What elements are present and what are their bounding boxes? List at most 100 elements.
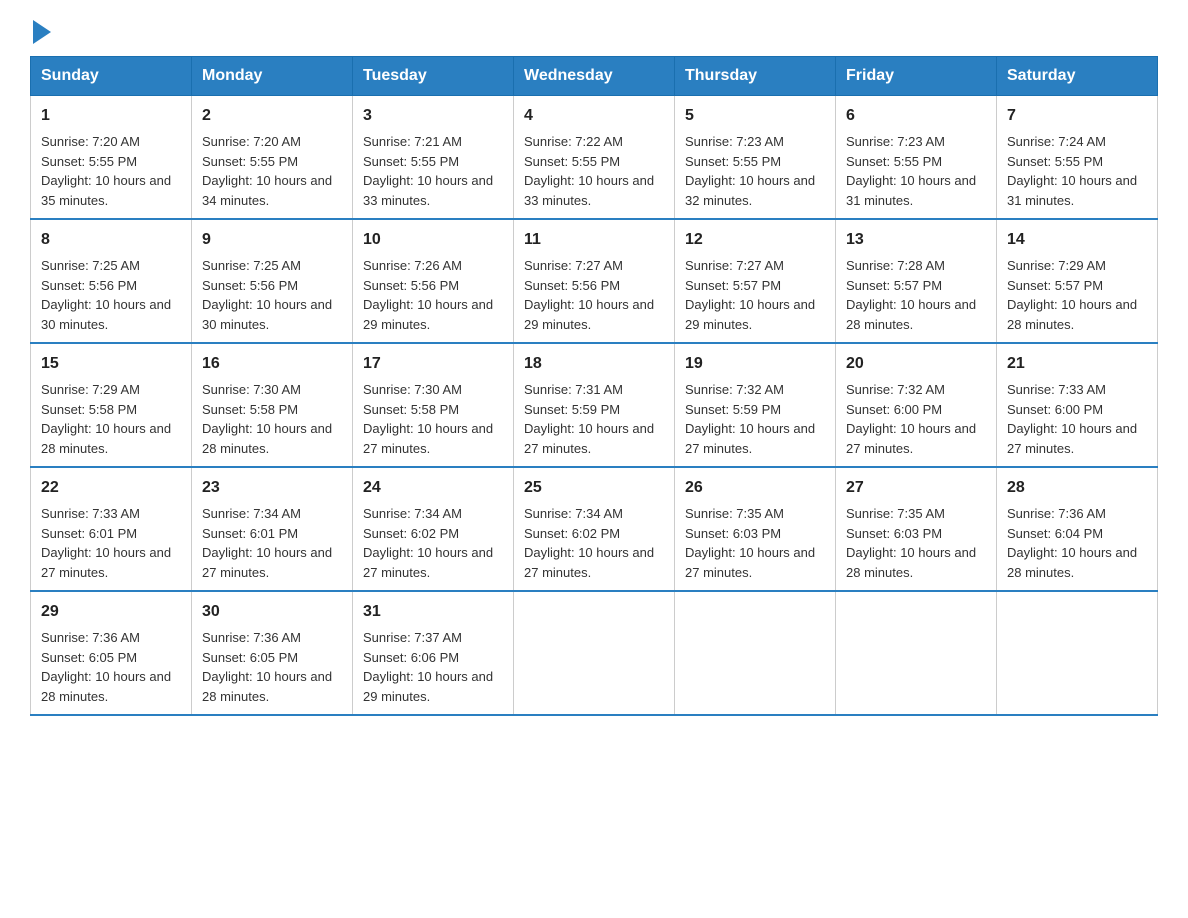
day-daylight: Daylight: 10 hours and 30 minutes. [202, 297, 332, 332]
day-daylight: Daylight: 10 hours and 31 minutes. [1007, 173, 1137, 208]
day-number: 29 [41, 600, 181, 624]
day-sunset: Sunset: 5:57 PM [846, 278, 942, 293]
calendar-cell: 25 Sunrise: 7:34 AM Sunset: 6:02 PM Dayl… [514, 467, 675, 591]
calendar-cell: 1 Sunrise: 7:20 AM Sunset: 5:55 PM Dayli… [31, 96, 192, 220]
day-sunset: Sunset: 5:55 PM [202, 154, 298, 169]
day-daylight: Daylight: 10 hours and 27 minutes. [41, 545, 171, 580]
day-sunset: Sunset: 6:02 PM [524, 526, 620, 541]
day-header-saturday: Saturday [997, 57, 1158, 96]
calendar-cell: 12 Sunrise: 7:27 AM Sunset: 5:57 PM Dayl… [675, 219, 836, 343]
day-sunset: Sunset: 5:58 PM [41, 402, 137, 417]
day-header-friday: Friday [836, 57, 997, 96]
day-sunrise: Sunrise: 7:29 AM [41, 382, 140, 397]
day-number: 7 [1007, 104, 1147, 128]
day-sunrise: Sunrise: 7:29 AM [1007, 258, 1106, 273]
day-number: 13 [846, 228, 986, 252]
day-daylight: Daylight: 10 hours and 27 minutes. [846, 421, 976, 456]
calendar-cell: 4 Sunrise: 7:22 AM Sunset: 5:55 PM Dayli… [514, 96, 675, 220]
calendar-cell: 2 Sunrise: 7:20 AM Sunset: 5:55 PM Dayli… [192, 96, 353, 220]
day-header-tuesday: Tuesday [353, 57, 514, 96]
day-daylight: Daylight: 10 hours and 29 minutes. [363, 297, 493, 332]
day-sunset: Sunset: 5:55 PM [41, 154, 137, 169]
calendar-cell: 3 Sunrise: 7:21 AM Sunset: 5:55 PM Dayli… [353, 96, 514, 220]
day-sunset: Sunset: 5:59 PM [524, 402, 620, 417]
day-sunset: Sunset: 5:55 PM [1007, 154, 1103, 169]
day-number: 18 [524, 352, 664, 376]
calendar-week-row: 29 Sunrise: 7:36 AM Sunset: 6:05 PM Dayl… [31, 591, 1158, 715]
day-sunset: Sunset: 6:06 PM [363, 650, 459, 665]
day-sunrise: Sunrise: 7:27 AM [685, 258, 784, 273]
calendar-cell: 13 Sunrise: 7:28 AM Sunset: 5:57 PM Dayl… [836, 219, 997, 343]
day-sunrise: Sunrise: 7:28 AM [846, 258, 945, 273]
day-sunset: Sunset: 6:05 PM [41, 650, 137, 665]
calendar-cell: 11 Sunrise: 7:27 AM Sunset: 5:56 PM Dayl… [514, 219, 675, 343]
day-number: 27 [846, 476, 986, 500]
day-daylight: Daylight: 10 hours and 28 minutes. [41, 421, 171, 456]
day-sunrise: Sunrise: 7:22 AM [524, 134, 623, 149]
day-daylight: Daylight: 10 hours and 28 minutes. [846, 297, 976, 332]
day-sunrise: Sunrise: 7:20 AM [41, 134, 140, 149]
day-sunset: Sunset: 6:01 PM [202, 526, 298, 541]
day-number: 25 [524, 476, 664, 500]
day-sunrise: Sunrise: 7:20 AM [202, 134, 301, 149]
day-sunrise: Sunrise: 7:37 AM [363, 630, 462, 645]
day-sunset: Sunset: 6:02 PM [363, 526, 459, 541]
day-daylight: Daylight: 10 hours and 28 minutes. [202, 669, 332, 704]
calendar-week-row: 22 Sunrise: 7:33 AM Sunset: 6:01 PM Dayl… [31, 467, 1158, 591]
day-number: 31 [363, 600, 503, 624]
calendar-week-row: 15 Sunrise: 7:29 AM Sunset: 5:58 PM Dayl… [31, 343, 1158, 467]
day-number: 1 [41, 104, 181, 128]
day-number: 2 [202, 104, 342, 128]
day-daylight: Daylight: 10 hours and 28 minutes. [202, 421, 332, 456]
day-daylight: Daylight: 10 hours and 28 minutes. [846, 545, 976, 580]
day-daylight: Daylight: 10 hours and 27 minutes. [685, 545, 815, 580]
day-header-wednesday: Wednesday [514, 57, 675, 96]
day-sunset: Sunset: 5:57 PM [1007, 278, 1103, 293]
page-header [30, 20, 1158, 38]
day-daylight: Daylight: 10 hours and 33 minutes. [524, 173, 654, 208]
day-number: 12 [685, 228, 825, 252]
day-number: 26 [685, 476, 825, 500]
day-number: 3 [363, 104, 503, 128]
day-daylight: Daylight: 10 hours and 27 minutes. [524, 421, 654, 456]
calendar-cell: 10 Sunrise: 7:26 AM Sunset: 5:56 PM Dayl… [353, 219, 514, 343]
day-sunrise: Sunrise: 7:27 AM [524, 258, 623, 273]
calendar-cell: 21 Sunrise: 7:33 AM Sunset: 6:00 PM Dayl… [997, 343, 1158, 467]
day-sunset: Sunset: 5:56 PM [202, 278, 298, 293]
calendar-cell [997, 591, 1158, 715]
day-sunrise: Sunrise: 7:23 AM [685, 134, 784, 149]
day-sunrise: Sunrise: 7:26 AM [363, 258, 462, 273]
calendar-cell: 27 Sunrise: 7:35 AM Sunset: 6:03 PM Dayl… [836, 467, 997, 591]
calendar-cell: 15 Sunrise: 7:29 AM Sunset: 5:58 PM Dayl… [31, 343, 192, 467]
day-daylight: Daylight: 10 hours and 31 minutes. [846, 173, 976, 208]
day-sunrise: Sunrise: 7:25 AM [41, 258, 140, 273]
day-sunset: Sunset: 5:55 PM [524, 154, 620, 169]
day-number: 28 [1007, 476, 1147, 500]
logo-chevron-icon [33, 20, 51, 44]
day-number: 24 [363, 476, 503, 500]
calendar-cell: 31 Sunrise: 7:37 AM Sunset: 6:06 PM Dayl… [353, 591, 514, 715]
day-sunrise: Sunrise: 7:32 AM [846, 382, 945, 397]
calendar-cell: 24 Sunrise: 7:34 AM Sunset: 6:02 PM Dayl… [353, 467, 514, 591]
calendar-cell: 19 Sunrise: 7:32 AM Sunset: 5:59 PM Dayl… [675, 343, 836, 467]
day-daylight: Daylight: 10 hours and 27 minutes. [1007, 421, 1137, 456]
calendar-table: SundayMondayTuesdayWednesdayThursdayFrid… [30, 56, 1158, 716]
day-daylight: Daylight: 10 hours and 29 minutes. [524, 297, 654, 332]
day-daylight: Daylight: 10 hours and 27 minutes. [685, 421, 815, 456]
calendar-cell: 9 Sunrise: 7:25 AM Sunset: 5:56 PM Dayli… [192, 219, 353, 343]
calendar-cell [514, 591, 675, 715]
day-sunrise: Sunrise: 7:30 AM [363, 382, 462, 397]
day-sunrise: Sunrise: 7:32 AM [685, 382, 784, 397]
day-sunrise: Sunrise: 7:30 AM [202, 382, 301, 397]
calendar-cell: 22 Sunrise: 7:33 AM Sunset: 6:01 PM Dayl… [31, 467, 192, 591]
day-number: 14 [1007, 228, 1147, 252]
calendar-week-row: 1 Sunrise: 7:20 AM Sunset: 5:55 PM Dayli… [31, 96, 1158, 220]
day-number: 6 [846, 104, 986, 128]
day-daylight: Daylight: 10 hours and 35 minutes. [41, 173, 171, 208]
calendar-cell: 7 Sunrise: 7:24 AM Sunset: 5:55 PM Dayli… [997, 96, 1158, 220]
day-sunrise: Sunrise: 7:35 AM [685, 506, 784, 521]
day-header-monday: Monday [192, 57, 353, 96]
day-number: 10 [363, 228, 503, 252]
day-number: 21 [1007, 352, 1147, 376]
day-number: 9 [202, 228, 342, 252]
